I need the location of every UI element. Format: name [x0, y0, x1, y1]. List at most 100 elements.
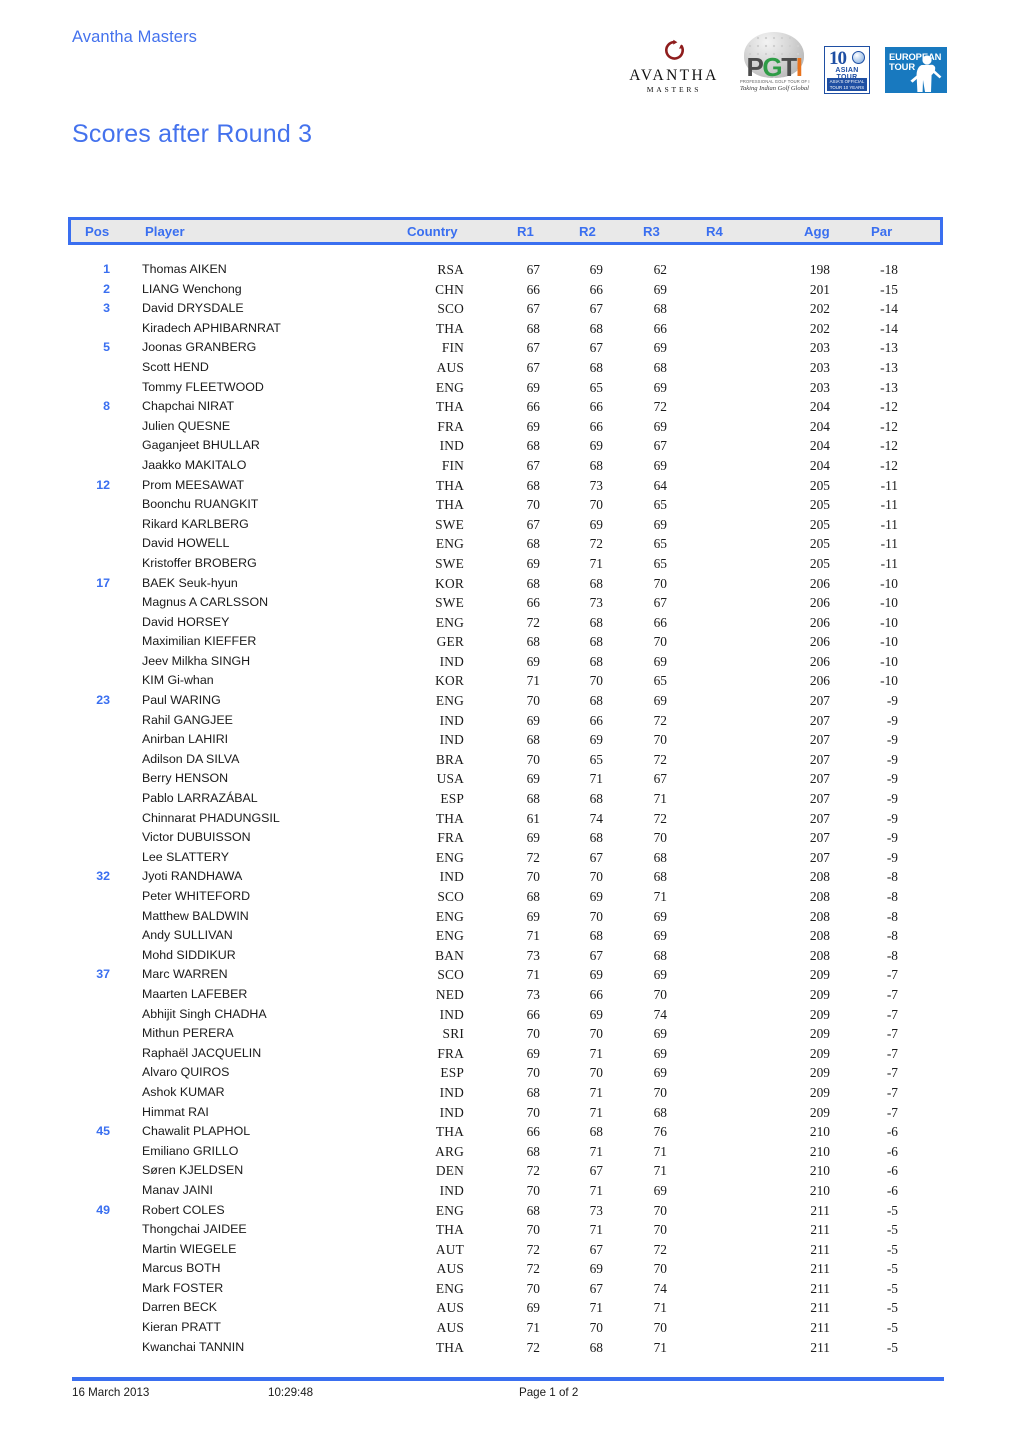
- cell-aggregate: 206: [809, 595, 830, 611]
- cell-round-3: 69: [653, 1045, 667, 1061]
- cell-aggregate: 202: [809, 301, 830, 317]
- cell-par: -7: [886, 1104, 898, 1120]
- cell-round-2: 71: [589, 1084, 603, 1100]
- cell-country: AUS: [436, 1261, 464, 1277]
- cell-par: -9: [886, 791, 898, 807]
- cell-round-3: 69: [653, 457, 667, 473]
- pgti-lettermark: PGTI: [744, 54, 804, 80]
- cell-round-3: 70: [653, 1261, 667, 1277]
- cell-round-3: 65: [653, 555, 667, 571]
- cell-aggregate: 210: [809, 1182, 830, 1198]
- cell-player: David DRYSDALE: [142, 301, 244, 316]
- cell-round-1: 70: [526, 1222, 540, 1238]
- cell-player: Mithun PERERA: [142, 1026, 234, 1041]
- column-header-country: Country: [407, 224, 458, 239]
- cell-round-1: 72: [526, 1163, 540, 1179]
- table-row: Jeev Milkha SINGH IND 69 68 69 206 -10: [68, 652, 943, 672]
- table-row: Adilson DA SILVA BRA 70 65 72 207 -9: [68, 750, 943, 770]
- cell-round-2: 71: [589, 1143, 603, 1159]
- cell-player: Chawalit PLAPHOL: [142, 1124, 251, 1139]
- cell-country: ENG: [435, 928, 464, 944]
- cell-aggregate: 211: [810, 1339, 830, 1355]
- cell-par: -14: [880, 320, 898, 336]
- cell-country: FIN: [441, 340, 464, 356]
- cell-par: -10: [880, 614, 898, 630]
- cell-country: GER: [436, 634, 464, 650]
- cell-round-1: 68: [526, 477, 540, 493]
- cell-round-3: 71: [653, 791, 667, 807]
- scores-table: Pos Player Country R1 R2 R3 R4 Agg Par 1…: [68, 217, 943, 1357]
- cell-round-3: 68: [653, 849, 667, 865]
- pgti-letter-g: G: [762, 52, 782, 82]
- cell-round-3: 76: [653, 1124, 667, 1140]
- cell-position: 17: [96, 575, 110, 590]
- page-title: Scores after Round 3: [72, 120, 313, 148]
- pgti-letter-i: I: [795, 52, 803, 82]
- cell-par: -9: [886, 810, 898, 826]
- cell-round-1: 70: [526, 751, 540, 767]
- cell-player: Victor DUBUISSON: [142, 830, 251, 845]
- cell-round-3: 72: [653, 712, 667, 728]
- cell-aggregate: 198: [809, 262, 830, 277]
- cell-country: SWE: [435, 555, 464, 571]
- cell-par: -13: [880, 340, 898, 356]
- cell-aggregate: 205: [809, 516, 830, 532]
- cell-aggregate: 207: [809, 791, 830, 807]
- table-row: Himmat RAI IND 70 71 68 209 -7: [68, 1103, 943, 1123]
- cell-par: -11: [880, 497, 898, 513]
- avantha-masters-logo: AVANTHA MASTERS: [624, 34, 724, 94]
- table-row: Mark FOSTER ENG 70 67 74 211 -5: [68, 1279, 943, 1299]
- cell-round-1: 70: [526, 1065, 540, 1081]
- table-row: KIM Gi-whan KOR 71 70 65 206 -10: [68, 671, 943, 691]
- cell-par: -11: [880, 555, 898, 571]
- cell-round-2: 70: [589, 1026, 603, 1042]
- cell-country: IND: [439, 1006, 464, 1022]
- table-row: Raphaël JACQUELIN FRA 69 71 69 209 -7: [68, 1044, 943, 1064]
- cell-round-2: 69: [589, 732, 603, 748]
- table-row: Kristoffer BROBERG SWE 69 71 65 205 -11: [68, 554, 943, 574]
- cell-round-1: 72: [526, 1261, 540, 1277]
- cell-position: 2: [103, 281, 110, 296]
- cell-par: -11: [880, 477, 898, 493]
- cell-country: IND: [439, 1084, 464, 1100]
- cell-round-1: 69: [526, 1300, 540, 1316]
- avantha-swirl-icon: [661, 39, 687, 65]
- cell-country: ARG: [435, 1143, 464, 1159]
- table-row: Abhijit Singh CHADHA IND 66 69 74 209 -7: [68, 1005, 943, 1025]
- cell-round-2: 68: [589, 320, 603, 336]
- cell-aggregate: 204: [809, 418, 830, 434]
- cell-country: BAN: [435, 947, 464, 963]
- cell-player: BAEK Seuk-hyun: [142, 575, 238, 590]
- cell-round-3: 68: [653, 359, 667, 375]
- cell-round-1: 70: [526, 1280, 540, 1296]
- cell-round-3: 69: [653, 928, 667, 944]
- cell-round-2: 74: [589, 810, 603, 826]
- cell-player: Paul WARING: [142, 693, 221, 708]
- cell-round-1: 73: [526, 986, 540, 1002]
- footer-date: 16 March 2013: [72, 1386, 150, 1399]
- cell-aggregate: 206: [809, 575, 830, 591]
- cell-round-3: 69: [653, 967, 667, 983]
- cell-round-1: 66: [526, 595, 540, 611]
- footer-time: 10:29:48: [268, 1386, 314, 1399]
- cell-country: SCO: [437, 967, 464, 983]
- cell-round-2: 68: [589, 653, 603, 669]
- cell-round-2: 70: [589, 497, 603, 513]
- asian-tour-ball-icon: [852, 51, 865, 64]
- cell-par: -7: [886, 1006, 898, 1022]
- cell-country: THA: [435, 1222, 464, 1238]
- cell-player: Mohd SIDDIKUR: [142, 947, 236, 962]
- cell-player: Abhijit Singh CHADHA: [142, 1006, 267, 1021]
- cell-round-3: 69: [653, 281, 667, 297]
- table-row: Tommy FLEETWOOD ENG 69 65 69 203 -13: [68, 378, 943, 398]
- table-row: 12 Prom MEESAWAT THA 68 73 64 205 -11: [68, 476, 943, 496]
- cell-round-1: 69: [526, 555, 540, 571]
- document-page: Avantha Masters AVANTHA MASTERS PGTI PRO…: [0, 0, 1020, 1442]
- cell-par: -7: [886, 1084, 898, 1100]
- cell-round-1: 67: [526, 457, 540, 473]
- cell-player: Chapchai NIRAT: [142, 399, 235, 414]
- cell-round-3: 71: [653, 1163, 667, 1179]
- cell-country: BRA: [435, 751, 464, 767]
- cell-par: -9: [886, 751, 898, 767]
- cell-round-2: 68: [589, 359, 603, 375]
